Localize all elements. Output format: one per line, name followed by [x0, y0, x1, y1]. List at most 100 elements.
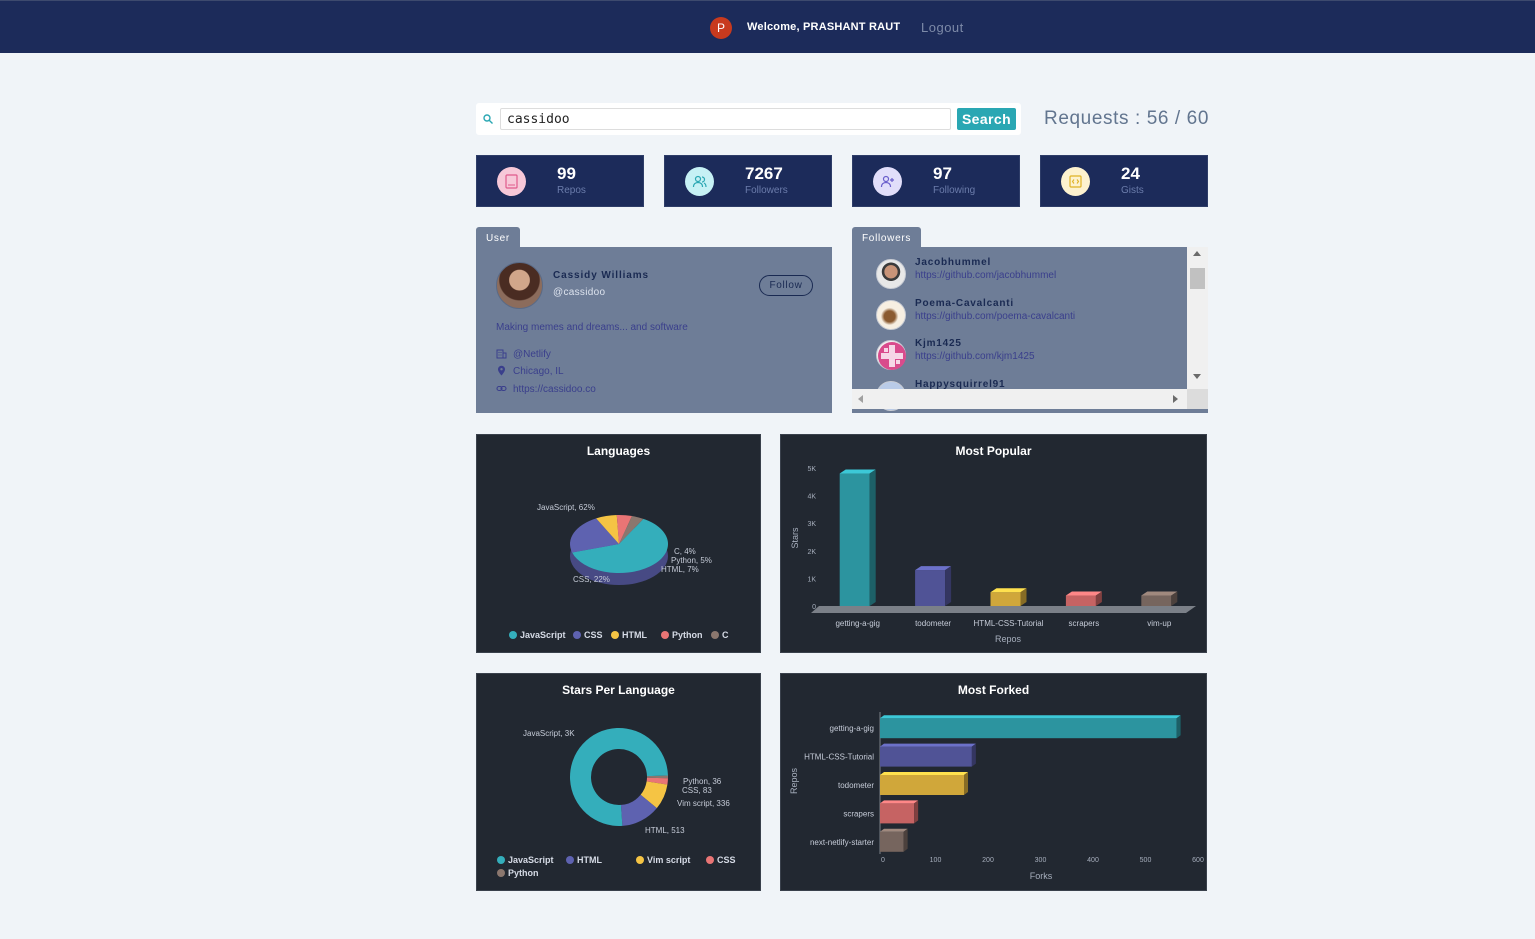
building-icon	[496, 349, 507, 359]
followers-list[interactable]: Jacobhummel https://github.com/jacobhumm…	[852, 247, 1208, 413]
legend-marker	[573, 631, 581, 639]
legend-label: C	[722, 630, 729, 640]
legend-label: CSS	[584, 630, 603, 640]
user-name: Cassidy Williams	[553, 270, 650, 281]
bar-side	[903, 828, 908, 852]
x-tick-label: 300	[1035, 857, 1047, 864]
legend-marker	[636, 856, 644, 864]
search-bar: Search	[476, 103, 1021, 135]
stat-value: 97	[933, 164, 952, 183]
stat-following: 97 Following	[852, 155, 1020, 207]
most-forked-chart-card: Most Forked 0 100 200 300 400 500 600 getting-a…	[780, 673, 1207, 891]
vertical-scrollbar[interactable]	[1187, 247, 1208, 389]
user-avatar[interactable]: P	[710, 17, 732, 39]
y-tick-label: getting-a-gig	[830, 724, 874, 733]
stat-gists: 24 Gists	[1040, 155, 1208, 207]
follower-avatar	[876, 259, 906, 289]
y-tick-label: 1K	[807, 576, 816, 583]
bar-side	[914, 800, 919, 824]
legend-label: Python	[672, 630, 703, 640]
legend-marker	[611, 631, 619, 639]
stat-repos: 99 Repos	[476, 155, 644, 207]
follower-link[interactable]: https://github.com/poema-cavalcanti	[915, 311, 1075, 322]
most-popular-chart-card: Most Popular 0 1K 2K 3K 4K 5K getting-a-gig tod…	[780, 434, 1207, 653]
y-tick-label: 4K	[807, 494, 816, 501]
requests-counter: Requests : 56 / 60	[1044, 108, 1210, 129]
stars-per-language-chart-card: Stars Per Language JavaScript, 3K HTML, 5…	[476, 673, 761, 891]
follower-link[interactable]: https://github.com/kjm1425	[915, 351, 1035, 362]
x-axis-label: Forks	[1030, 871, 1053, 881]
y-tick-label: HTML-CSS-Tutorial	[804, 753, 874, 762]
legend-label: HTML	[577, 855, 602, 865]
blog-link[interactable]: https://cassidoo.co	[513, 384, 596, 395]
follow-button[interactable]: Follow	[759, 275, 813, 296]
user-blog[interactable]: https://cassidoo.co	[496, 383, 596, 395]
languages-pie-chart: JavaScript, 62% CSS, 22% HTML, 7%Python, 5…	[509, 503, 729, 640]
scroll-right-icon[interactable]	[1173, 395, 1178, 403]
scroll-down-icon[interactable]	[1193, 374, 1201, 379]
x-tick-label: 400	[1087, 857, 1099, 864]
scrollbar-corner	[1187, 389, 1208, 409]
y-axis-label: Repos	[789, 767, 799, 794]
legend-label: JavaScript	[508, 855, 554, 865]
x-tick-label: getting-a-gig	[835, 619, 879, 628]
top-navbar: P Welcome, PRASHANT RAUT Logout	[0, 0, 1535, 53]
stars-doughnut-chart: JavaScript, 3K HTML, 513 Vim script, 336 CS…	[497, 728, 736, 878]
follower-avatar	[876, 300, 906, 330]
x-tick-label: todometer	[915, 619, 951, 628]
stat-value: 7267	[745, 164, 783, 183]
stat-label: Gists	[1121, 185, 1144, 196]
x-tick-label: scrapers	[1069, 619, 1100, 628]
follower-link[interactable]: https://github.com/jacobhummel	[915, 270, 1056, 281]
y-axis-label: Stars	[790, 527, 800, 549]
y-tick-label: todometer	[838, 781, 874, 790]
bar-HTML-CSS-Tutorial	[990, 592, 1021, 606]
bar-top	[1065, 591, 1102, 596]
doughnut-data-label: JavaScript, 3K	[523, 729, 575, 738]
search-button[interactable]: Search	[957, 108, 1016, 130]
bar-side	[945, 566, 952, 606]
x-tick-label: HTML-CSS-Tutorial	[974, 619, 1044, 628]
bar-side	[869, 469, 876, 606]
y-tick-label: 2K	[807, 549, 816, 556]
bar-getting-a-gig	[839, 473, 870, 606]
welcome-prefix: Welcome,	[747, 21, 800, 33]
legend-label: Vim script	[647, 855, 690, 865]
bar-side	[971, 743, 976, 767]
horizontal-scrollbar[interactable]	[852, 389, 1187, 409]
search-input[interactable]	[500, 108, 951, 130]
chart-floor	[811, 606, 1196, 613]
bar-top	[915, 566, 952, 571]
logout-button[interactable]: Logout	[921, 20, 964, 35]
scroll-thumb[interactable]	[1190, 268, 1205, 289]
location-text: Chicago, IL	[513, 366, 564, 377]
bar-side	[1176, 715, 1181, 739]
profile-avatar	[496, 262, 543, 309]
legend-label: HTML	[622, 630, 647, 640]
y-tick-label: 3K	[807, 521, 816, 528]
bar-scrapers	[1065, 595, 1096, 606]
welcome-username: PRASHANT RAUT	[803, 21, 901, 33]
search-icon	[483, 114, 493, 124]
scroll-up-icon[interactable]	[1193, 251, 1201, 256]
doughnut-data-label: Vim script, 336	[677, 799, 730, 808]
legend-label: CSS	[717, 855, 736, 865]
user-bio: Making memes and dreams... and software	[496, 322, 688, 333]
x-tick-label: 600	[1192, 857, 1204, 864]
stat-label: Following	[933, 185, 976, 196]
legend-label: Python	[508, 868, 539, 878]
pie-data-label: C, 4%	[674, 547, 696, 556]
legend-marker	[661, 631, 669, 639]
tab-followers: Followers	[852, 227, 922, 248]
scroll-left-icon[interactable]	[858, 395, 863, 403]
legend-marker	[706, 856, 714, 864]
bar-top	[990, 588, 1027, 593]
follower-name: Kjm1425	[915, 338, 962, 349]
legend-marker	[497, 869, 505, 877]
book-icon	[497, 167, 526, 196]
bar-top	[880, 772, 968, 775]
stat-label: Repos	[557, 185, 586, 196]
bar-top	[880, 800, 919, 804]
location-pin-icon	[498, 365, 505, 376]
bar-vim-up	[1141, 595, 1172, 606]
